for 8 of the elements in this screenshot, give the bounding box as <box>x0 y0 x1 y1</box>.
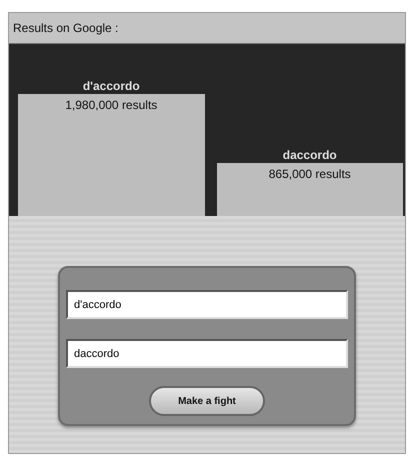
search-term-label: d'accordo <box>82 79 141 93</box>
section-title: Results on Google : <box>13 21 118 35</box>
search-term-field[interactable]: d'accordo <box>66 290 348 319</box>
search-term-label: daccordo <box>282 148 338 162</box>
search-term-field[interactable]: daccordo <box>66 339 348 368</box>
result-count: 865,000 results <box>268 166 351 181</box>
result-count: 1,980,000 results <box>65 98 158 112</box>
make-fight-button[interactable]: Make a fight <box>149 386 265 416</box>
